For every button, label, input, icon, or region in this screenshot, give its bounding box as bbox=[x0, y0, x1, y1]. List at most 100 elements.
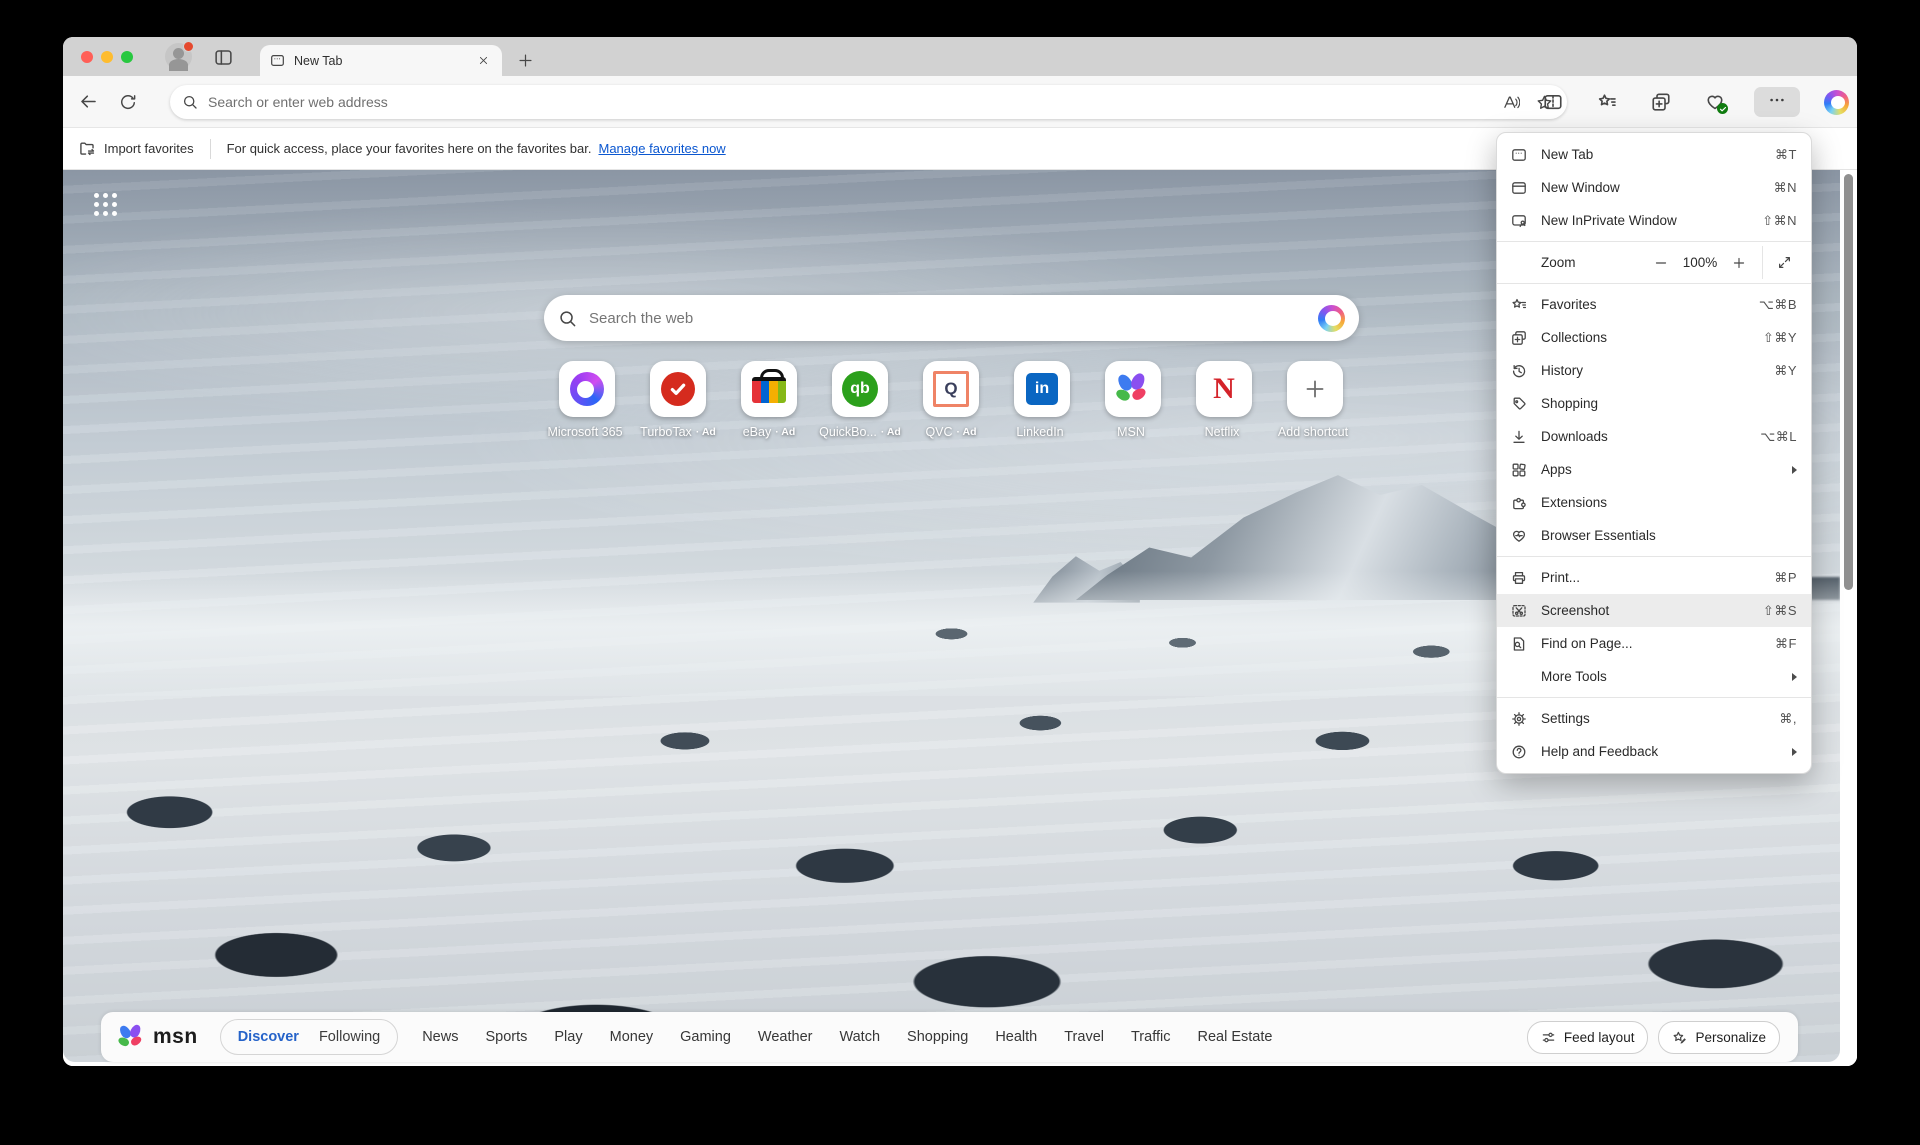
menu-item-apps[interactable]: Apps bbox=[1497, 453, 1811, 486]
fullscreen-icon[interactable] bbox=[1771, 250, 1797, 276]
shortcut-netflix[interactable]: N Netflix bbox=[1196, 361, 1252, 439]
nav-link-sports[interactable]: Sports bbox=[485, 1029, 527, 1045]
quickbooks-icon: qb bbox=[842, 371, 878, 407]
zoom-in-button[interactable] bbox=[1726, 250, 1752, 276]
menu-item-browser-essentials[interactable]: Browser Essentials bbox=[1497, 519, 1811, 552]
nav-link-news[interactable]: News bbox=[422, 1029, 458, 1045]
screenshot-icon bbox=[1511, 603, 1527, 619]
nav-link-real-estate[interactable]: Real Estate bbox=[1197, 1029, 1272, 1045]
shopping-icon bbox=[1511, 396, 1527, 412]
menu-item-extensions[interactable]: Extensions bbox=[1497, 486, 1811, 519]
new-window-icon bbox=[1511, 180, 1527, 196]
tab-actions-button[interactable] bbox=[211, 45, 235, 69]
profile-notification-dot bbox=[183, 41, 194, 52]
shortcut-ebay[interactable]: eBay· Ad bbox=[741, 361, 797, 439]
plus-icon bbox=[1304, 378, 1326, 400]
import-favorites-button[interactable]: Import favorites bbox=[79, 140, 194, 157]
collections-icon bbox=[1511, 330, 1527, 346]
fullscreen-window-button[interactable] bbox=[121, 51, 133, 63]
avatar-head-icon bbox=[173, 48, 184, 59]
menu-divider bbox=[1497, 241, 1811, 242]
menu-item-find-on-page[interactable]: Find on Page... ⌘F bbox=[1497, 627, 1811, 660]
shortcut-turbotax[interactable]: TurboTax· Ad bbox=[650, 361, 706, 439]
nav-link-play[interactable]: Play bbox=[554, 1029, 582, 1045]
browser-essentials-button[interactable] bbox=[1700, 87, 1730, 117]
add-shortcut-button[interactable]: Add shortcut bbox=[1287, 361, 1343, 439]
copilot-icon[interactable] bbox=[1318, 305, 1345, 332]
shortcut-microsoft-365[interactable]: Microsoft 365 bbox=[559, 361, 615, 439]
close-window-button[interactable] bbox=[81, 51, 93, 63]
nav-link-travel[interactable]: Travel bbox=[1064, 1029, 1104, 1045]
shortcut-qvc[interactable]: Q QVC· Ad bbox=[923, 361, 979, 439]
copilot-icon[interactable] bbox=[1824, 90, 1849, 115]
nav-link-weather[interactable]: Weather bbox=[758, 1029, 813, 1045]
menu-item-favorites[interactable]: Favorites ⌥⌘B bbox=[1497, 288, 1811, 321]
nav-link-shopping[interactable]: Shopping bbox=[907, 1029, 968, 1045]
browser-essentials-icon bbox=[1511, 528, 1527, 544]
chevron-right-icon bbox=[1792, 748, 1797, 756]
nav-link-watch[interactable]: Watch bbox=[839, 1029, 880, 1045]
find-on-page-icon bbox=[1511, 636, 1527, 652]
settings-and-more-button[interactable] bbox=[1754, 87, 1800, 117]
menu-item-shopping[interactable]: Shopping bbox=[1497, 387, 1811, 420]
tab-close-button[interactable] bbox=[474, 52, 492, 70]
shortcut-msn[interactable]: MSN bbox=[1105, 361, 1161, 439]
nav-link-money[interactable]: Money bbox=[610, 1029, 654, 1045]
help-icon bbox=[1511, 744, 1527, 760]
web-search-box[interactable] bbox=[544, 295, 1359, 341]
tab-following[interactable]: Following bbox=[319, 1029, 380, 1045]
shortcut-linkedin[interactable]: in LinkedIn bbox=[1014, 361, 1070, 439]
back-button[interactable] bbox=[73, 87, 103, 117]
nav-link-traffic[interactable]: Traffic bbox=[1131, 1029, 1170, 1045]
msn-feed-bar: msn Discover Following News Sports Play … bbox=[101, 1012, 1798, 1062]
tab-favicon-icon bbox=[270, 53, 285, 68]
netflix-icon: N bbox=[1213, 372, 1235, 406]
read-aloud-icon[interactable] bbox=[1503, 94, 1520, 111]
menu-item-new-window[interactable]: New Window ⌘N bbox=[1497, 171, 1811, 204]
menu-item-new-inprivate-window[interactable]: New InPrivate Window ⇧⌘N bbox=[1497, 204, 1811, 237]
tab-discover[interactable]: Discover bbox=[238, 1029, 299, 1045]
menu-item-help-and-feedback[interactable]: Help and Feedback bbox=[1497, 735, 1811, 768]
new-tab-icon bbox=[1511, 147, 1527, 163]
menu-item-zoom: Zoom 100% bbox=[1497, 246, 1811, 279]
msn-logo[interactable]: msn bbox=[119, 1021, 198, 1053]
window-controls bbox=[81, 51, 133, 63]
zoom-out-button[interactable] bbox=[1648, 250, 1674, 276]
search-icon bbox=[182, 94, 198, 110]
split-screen-button[interactable] bbox=[1538, 87, 1568, 117]
collections-button[interactable] bbox=[1646, 87, 1676, 117]
menu-item-history[interactable]: History ⌘Y bbox=[1497, 354, 1811, 387]
microsoft-365-icon bbox=[570, 372, 604, 406]
menu-item-downloads[interactable]: Downloads ⌥⌘L bbox=[1497, 420, 1811, 453]
address-bar[interactable] bbox=[170, 85, 1567, 119]
manage-favorites-link[interactable]: Manage favorites now bbox=[599, 141, 726, 156]
menu-item-more-tools[interactable]: More Tools bbox=[1497, 660, 1811, 693]
tab-new-tab[interactable]: New Tab bbox=[260, 45, 502, 76]
browser-window: New Tab bbox=[63, 37, 1857, 1066]
menu-item-collections[interactable]: Collections ⇧⌘Y bbox=[1497, 321, 1811, 354]
app-launcher-button[interactable] bbox=[91, 190, 121, 220]
divider bbox=[210, 139, 211, 159]
web-search-input[interactable] bbox=[587, 309, 1318, 328]
tab-title: New Tab bbox=[294, 54, 474, 68]
address-input[interactable] bbox=[206, 93, 1503, 111]
menu-item-settings[interactable]: Settings ⌘, bbox=[1497, 702, 1811, 735]
personalize-button[interactable]: Personalize bbox=[1658, 1021, 1780, 1054]
new-tab-button[interactable] bbox=[512, 47, 538, 73]
downloads-icon bbox=[1511, 429, 1527, 445]
import-favorites-icon bbox=[79, 140, 96, 157]
scrollbar-thumb[interactable] bbox=[1844, 174, 1853, 590]
feed-layout-button[interactable]: Feed layout bbox=[1527, 1021, 1649, 1054]
profile-avatar[interactable] bbox=[165, 43, 192, 70]
nav-link-health[interactable]: Health bbox=[995, 1029, 1037, 1045]
menu-item-new-tab[interactable]: New Tab ⌘T bbox=[1497, 138, 1811, 171]
screenshot-stage: New Tab bbox=[0, 0, 1920, 1145]
refresh-button[interactable] bbox=[113, 87, 143, 117]
shortcut-quickbooks[interactable]: qb QuickBo...· Ad bbox=[832, 361, 888, 439]
minimize-window-button[interactable] bbox=[101, 51, 113, 63]
menu-item-print[interactable]: Print... ⌘P bbox=[1497, 561, 1811, 594]
menu-item-screenshot[interactable]: Screenshot ⇧⌘S bbox=[1497, 594, 1811, 627]
scrollbar-track[interactable] bbox=[1840, 170, 1857, 1066]
favorites-button[interactable] bbox=[1592, 87, 1622, 117]
nav-link-gaming[interactable]: Gaming bbox=[680, 1029, 731, 1045]
